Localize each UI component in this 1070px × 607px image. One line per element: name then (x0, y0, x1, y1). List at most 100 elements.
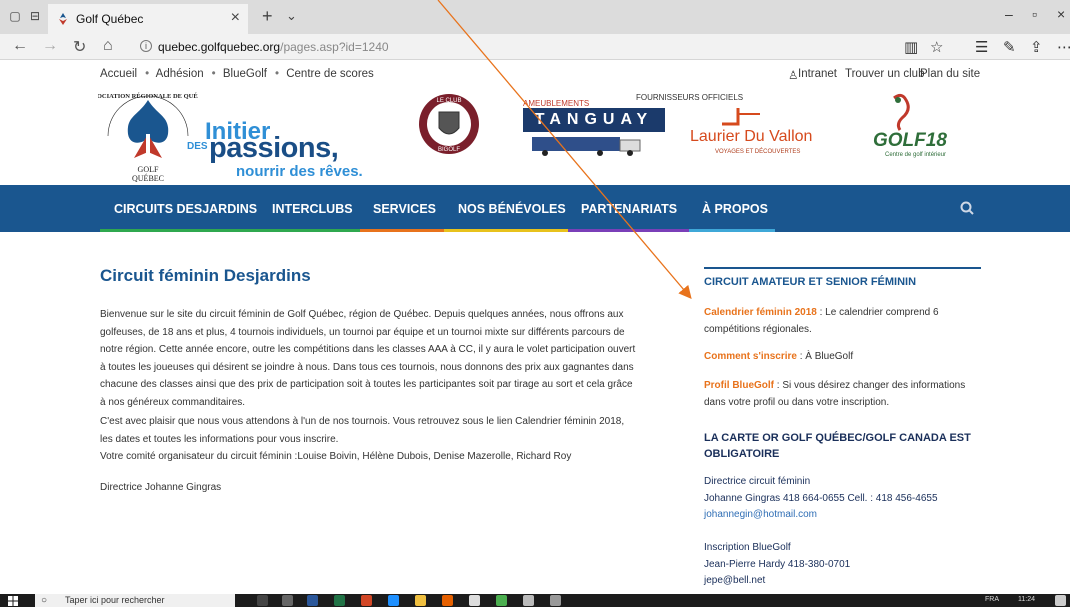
word-icon[interactable] (307, 595, 318, 606)
directrice-contact: Johanne Gingras 418 664-0655 Cell. : 418… (704, 492, 938, 504)
app-icon[interactable] (496, 595, 507, 606)
profil-text-2: dans votre profil ou dans votre inscript… (704, 396, 890, 408)
truck-image (532, 137, 641, 156)
sidebar-inscription-bluegolf: Inscription BlueGolf Jean-Pierre Hardy 4… (704, 540, 989, 590)
directrice-email-link[interactable]: johannegin@hotmail.com (704, 507, 989, 524)
store-icon[interactable] (469, 595, 480, 606)
nav-circuits-desjardins[interactable]: CIRCUITS DESJARDINS (114, 202, 257, 216)
language-indicator[interactable]: FRA (985, 596, 999, 603)
svg-text:ASSOCIATION RÉGIONALE DE QUÉBE: ASSOCIATION RÉGIONALE DE QUÉBEC (98, 92, 198, 100)
taskbar-search[interactable]: ○ Taper ici pour rechercher (35, 594, 235, 607)
microphone-icon[interactable] (257, 595, 268, 606)
intro-line: à nos généreux commanditaires. (100, 396, 246, 408)
minimize-icon[interactable]: – (1005, 6, 1013, 22)
comment-inscrire-link[interactable]: Comment s'inscrire (704, 351, 797, 362)
nav-interclubs[interactable]: INTERCLUBS (272, 202, 353, 216)
second-line: Votre comité organisateur du circuit fém… (100, 451, 572, 463)
nav-underline-apropos (689, 229, 775, 232)
slogan-nourrir: nourrir des rêves. (236, 163, 363, 180)
url-host: quebec.golfquebec.org (158, 40, 281, 54)
sidebar-heading-circuit: CIRCUIT AMATEUR ET SENIOR FÉMININ (704, 276, 917, 288)
url-field[interactable]: i quebec.golfquebec.org/pages.asp?id=124… (136, 37, 826, 57)
tab-dropdown-icon[interactable]: ⌄ (286, 8, 297, 24)
sidebar-directrice: Directrice circuit féminin Johanne Gingr… (704, 474, 989, 524)
intro-line: golfeuses, de 18 ans et plus, 4 tournois… (100, 326, 625, 338)
calculator-icon[interactable] (550, 595, 561, 606)
calendrier-link[interactable]: Calendrier féminin 2018 (704, 307, 817, 318)
intro-paragraph: Bienvenue sur le site du circuit féminin… (100, 306, 690, 412)
signature: Directrice Johanne Gingras (100, 482, 222, 493)
svg-text:GOLF: GOLF (138, 165, 159, 174)
nav-services[interactable]: SERVICES (373, 202, 436, 216)
inscription-contact: Jean-Pierre Hardy 418-380-0701 (704, 558, 851, 570)
main-nav: CIRCUITS DESJARDINS INTERCLUBS SERVICES … (0, 185, 1070, 232)
topnav-bluegolf[interactable]: BlueGolf (223, 68, 267, 80)
nav-nos-benevoles[interactable]: NOS BÉNÉVOLES (458, 202, 566, 216)
paint-icon[interactable] (523, 595, 534, 606)
nav-a-propos[interactable]: À PROPOS (702, 202, 768, 216)
intro-line: chacune des classes ainsi que des prix d… (100, 379, 633, 391)
forward-icon[interactable]: → (42, 37, 58, 55)
association-regionale-logo[interactable]: ASSOCIATION RÉGIONALE DE QUÉBEC GOLF QUÉ… (98, 86, 198, 182)
set-aside-tabs-icon[interactable]: ⊟ (28, 9, 42, 23)
refresh-icon[interactable]: ↻ (73, 37, 86, 57)
inscription-email-link[interactable]: jepe@bell.net (704, 573, 989, 590)
search-icon[interactable] (960, 201, 974, 215)
profil-text: : Si vous désirez changer des informatio… (774, 380, 966, 391)
calendrier-text-2: compétitions régionales. (704, 323, 812, 335)
windows-start-icon[interactable] (8, 596, 18, 606)
close-tab-icon[interactable]: × (231, 9, 240, 27)
favorite-star-icon[interactable]: ☆ (930, 38, 943, 56)
browser-tab[interactable]: Golf Québec × (48, 4, 248, 34)
tanguay-logo[interactable]: TANGUAY (523, 108, 665, 132)
nav-partenariats[interactable]: PARTENARIATS (581, 202, 677, 216)
slogan-des: DES (187, 141, 208, 152)
nav-underline-benevoles (444, 229, 568, 232)
second-line: C'est avec plaisir que nous vous attendo… (100, 416, 625, 427)
share-icon[interactable]: ⇪ (1030, 38, 1043, 56)
reading-view-icon[interactable]: ▥ (904, 38, 918, 56)
file-explorer-icon[interactable] (415, 595, 426, 606)
back-icon[interactable]: ← (12, 37, 28, 55)
excel-icon[interactable] (334, 595, 345, 606)
nav-underline-partenariats (568, 229, 689, 232)
tab-title: Golf Québec (76, 12, 144, 26)
trouver-club-link[interactable]: Trouver un club (845, 68, 924, 80)
sidebar-rule (704, 267, 981, 269)
top-utility-nav: Accueil • Adhésion • BlueGolf • Centre de s… (100, 68, 374, 80)
topnav-accueil[interactable]: Accueil (100, 68, 137, 80)
laurier-du-vallon-logo[interactable]: Laurier Du Vallon (690, 128, 812, 146)
intro-line: Bienvenue sur le site du circuit féminin… (100, 309, 624, 320)
restore-icon[interactable]: ▫ (1032, 6, 1037, 22)
golf-favicon-icon (59, 13, 67, 25)
nav-underline-interclubs (258, 229, 360, 232)
clock[interactable]: 11:24 (1018, 596, 1035, 603)
home-icon[interactable]: ⌂ (103, 37, 113, 55)
tab-preview-icon[interactable]: ▢ (8, 9, 22, 23)
edge-icon[interactable] (388, 595, 399, 606)
carte-or-line-2: OBLIGATOIRE (704, 448, 780, 460)
firefox-icon[interactable] (442, 595, 453, 606)
task-view-icon[interactable] (282, 595, 293, 606)
club-de-golf-logo[interactable]: LE CLUB BIGOLF (417, 92, 481, 156)
plan-du-site-link[interactable]: Plan du site (920, 68, 980, 80)
new-tab-icon[interactable]: + (262, 6, 273, 27)
sidebar-profil: Profil BlueGolf : Si vous désirez change… (704, 378, 989, 411)
sidebar-heading-carte-or: LA CARTE OR GOLF QUÉBEC/GOLF CANADA EST … (704, 430, 971, 462)
web-note-icon[interactable]: ✎ (1003, 38, 1016, 56)
svg-text:BIGOLF: BIGOLF (438, 147, 460, 153)
close-window-icon[interactable]: × (1057, 6, 1065, 22)
search-glass-icon: ○ (41, 595, 48, 606)
site-info-icon[interactable]: i (140, 40, 152, 52)
inscrire-text: : À BlueGolf (796, 351, 854, 362)
more-icon[interactable]: ⋯ (1057, 38, 1070, 56)
intranet-link[interactable]: Intranet (798, 68, 837, 80)
favorites-hub-icon[interactable]: ☰ (975, 38, 988, 56)
powerpoint-icon[interactable] (361, 595, 372, 606)
topnav-adhesion[interactable]: Adhésion (156, 68, 204, 80)
notifications-icon[interactable] (1055, 595, 1066, 606)
topnav-centre-scores[interactable]: Centre de scores (286, 68, 374, 80)
intro-line: notre région. Cette année encore, outre … (100, 344, 636, 356)
golf18-subtitle: Centre de golf intérieur (885, 152, 947, 158)
profil-bluegolf-link[interactable]: Profil BlueGolf (704, 380, 774, 391)
